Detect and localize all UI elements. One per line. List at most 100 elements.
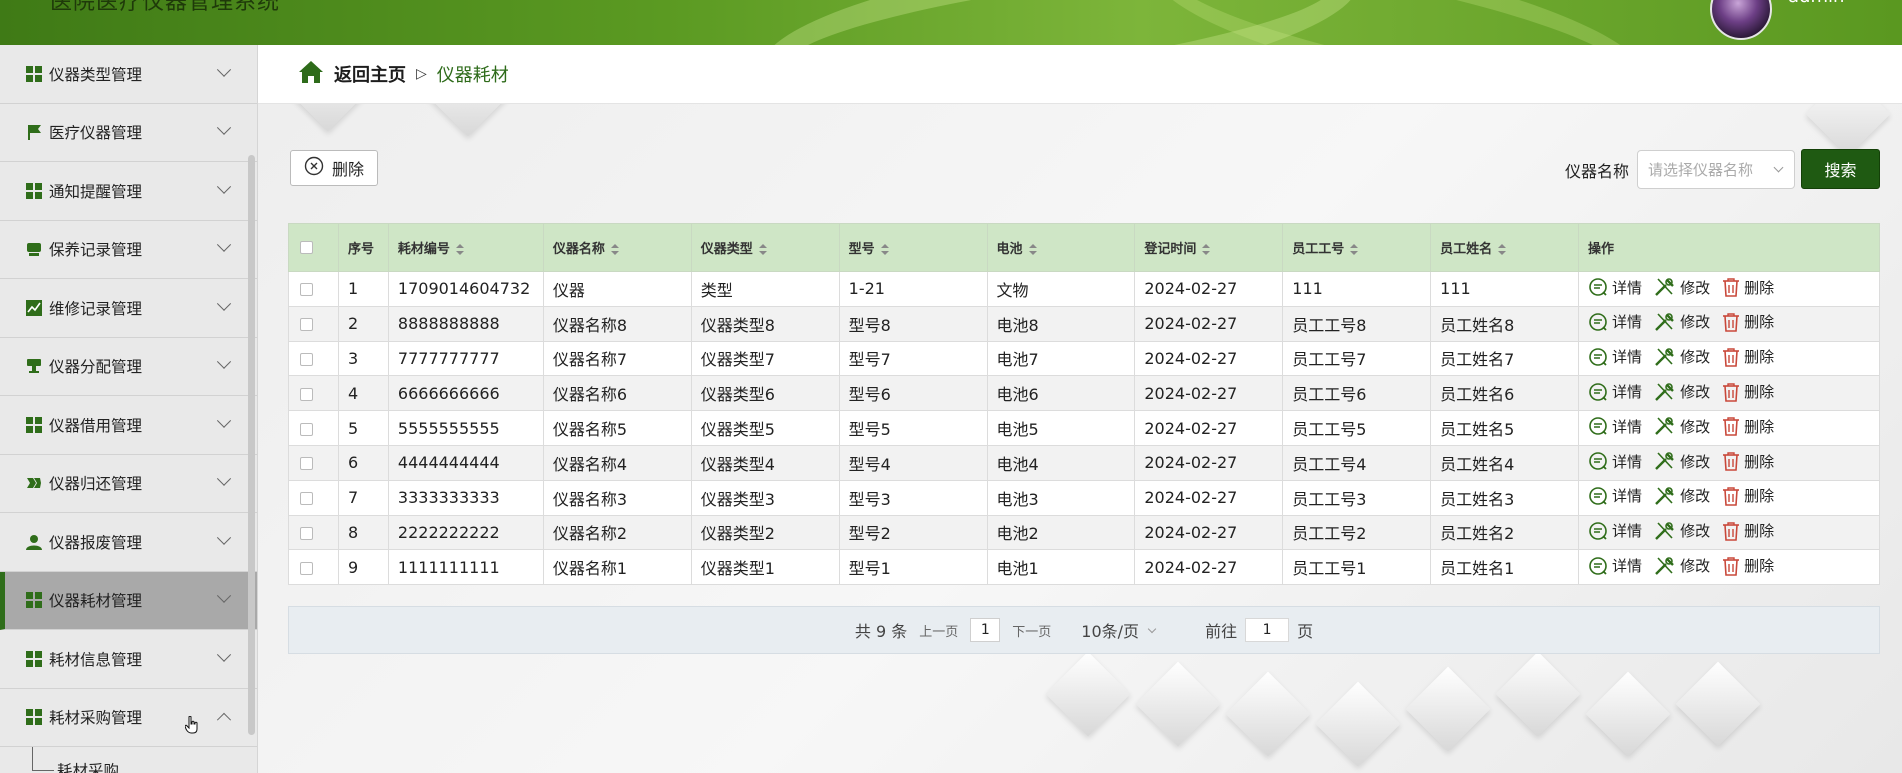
delete-button[interactable]: 删除 xyxy=(1722,381,1774,402)
row-checkbox[interactable] xyxy=(300,492,313,506)
avatar[interactable] xyxy=(1710,0,1772,40)
detail-button[interactable]: 详情 xyxy=(1588,555,1642,576)
chevron-down-icon xyxy=(216,354,232,370)
column-header[interactable]: 员工姓名 xyxy=(1430,223,1580,272)
batch-delete-button[interactable]: 删除 xyxy=(290,150,378,186)
sidebar-item-5[interactable]: 仪器分配管理 xyxy=(0,338,257,396)
sidebar-item-1[interactable]: 医疗仪器管理 xyxy=(0,104,257,162)
chevron-down-icon xyxy=(216,62,232,77)
column-header[interactable]: 登记时间 xyxy=(1134,223,1284,272)
page-size-select[interactable]: 10条/页 xyxy=(1081,618,1157,642)
grid-icon xyxy=(25,182,42,199)
column-header[interactable]: 耗材编号 xyxy=(387,223,544,272)
table-cell: 2024-02-27 xyxy=(1134,549,1284,586)
row-checkbox[interactable] xyxy=(300,387,313,401)
current-page[interactable]: 1 xyxy=(970,618,1001,642)
table-header-row: 序号 耗材编号 仪器名称 仪器类型 型号 电池 登记时间 员工工号 员工姓名 操作 xyxy=(288,223,1880,272)
goto-page-input[interactable]: 1 xyxy=(1245,618,1290,642)
sort-icon[interactable] xyxy=(1028,243,1037,256)
table-cell: 电池5 xyxy=(986,410,1136,446)
detail-button[interactable]: 详情 xyxy=(1588,277,1642,298)
delete-button[interactable]: 删除 xyxy=(1722,277,1774,298)
sort-icon[interactable] xyxy=(758,243,767,256)
edit-button[interactable]: 修改 xyxy=(1654,381,1710,402)
row-checkbox[interactable] xyxy=(300,318,313,332)
column-header[interactable]: 仪器名称 xyxy=(542,223,692,272)
row-checkbox[interactable] xyxy=(300,352,313,366)
delete-button[interactable]: 删除 xyxy=(1722,485,1774,506)
sort-icon[interactable] xyxy=(1498,243,1507,256)
edit-button[interactable]: 修改 xyxy=(1654,416,1710,437)
sort-icon[interactable] xyxy=(610,243,619,256)
actions-cell: 详情 修改 删除 xyxy=(1578,271,1880,307)
row-checkbox[interactable] xyxy=(300,457,313,471)
detail-button[interactable]: 详情 xyxy=(1588,311,1642,332)
edit-button[interactable]: 修改 xyxy=(1654,520,1710,541)
select-all-checkbox[interactable] xyxy=(300,241,313,254)
search-button[interactable]: 搜索 xyxy=(1801,149,1880,189)
table-cell: 员工工号7 xyxy=(1282,340,1432,377)
sort-icon[interactable] xyxy=(455,243,464,256)
delete-button[interactable]: 删除 xyxy=(1722,451,1774,472)
sort-icon[interactable] xyxy=(1202,243,1211,256)
edit-button[interactable]: 修改 xyxy=(1654,485,1710,506)
sidebar-item-0[interactable]: 仪器类型管理 xyxy=(0,45,257,104)
row-checkbox-cell xyxy=(288,375,339,412)
delete-button[interactable]: 删除 xyxy=(1722,346,1774,367)
delete-button[interactable]: 删除 xyxy=(1722,311,1774,332)
detail-button[interactable]: 详情 xyxy=(1588,451,1642,472)
actions-cell: 详情 修改 删除 xyxy=(1578,340,1880,377)
row-checkbox-cell xyxy=(288,271,339,307)
consumables-table: 序号 耗材编号 仪器名称 仪器类型 型号 电池 登记时间 员工工号 员工姓名 操作 1 170901… xyxy=(288,223,1880,586)
edit-button[interactable]: 修改 xyxy=(1654,311,1710,332)
sidebar-item-11[interactable]: 耗材采购管理 xyxy=(0,689,257,747)
sort-icon[interactable] xyxy=(880,243,889,256)
home-icon[interactable] xyxy=(298,60,324,89)
detail-button[interactable]: 详情 xyxy=(1588,485,1642,506)
edit-button[interactable]: 修改 xyxy=(1654,555,1710,576)
row-checkbox[interactable] xyxy=(300,283,313,297)
sidebar-item-4[interactable]: 维修记录管理 xyxy=(0,279,257,338)
sidebar-item-2[interactable]: 通知提醒管理 xyxy=(0,162,257,221)
column-header[interactable]: 仪器类型 xyxy=(690,223,840,272)
breadcrumb: 返回主页 ▷ 仪器耗材 xyxy=(258,45,1902,104)
background-tile xyxy=(1495,651,1581,737)
sidebar-item-label: 耗材信息管理 xyxy=(49,650,143,669)
edit-button[interactable]: 修改 xyxy=(1654,346,1710,367)
edit-button[interactable]: 修改 xyxy=(1654,277,1710,298)
sidebar-item-3[interactable]: 保养记录管理 xyxy=(0,221,257,279)
delete-button[interactable]: 删除 xyxy=(1722,520,1774,541)
column-header[interactable]: 型号 xyxy=(838,223,988,272)
table-row: 1 1709014604732 仪器 类型 1-21 文物 2024-02-27 111 111… xyxy=(288,271,1880,307)
column-header[interactable]: 电池 xyxy=(986,223,1136,272)
row-checkbox[interactable] xyxy=(300,561,313,575)
chevron-up-icon xyxy=(216,713,232,728)
next-page-button[interactable]: 下一页 xyxy=(1012,621,1051,640)
sort-icon[interactable] xyxy=(1350,243,1359,256)
sidebar-item-7[interactable]: 仪器归还管理 xyxy=(0,455,257,513)
column-header[interactable]: 员工工号 xyxy=(1282,223,1432,272)
sidebar-item-10[interactable]: 耗材信息管理 xyxy=(0,630,257,689)
actions-cell: 详情 修改 删除 xyxy=(1578,444,1880,481)
username[interactable]: admin xyxy=(1788,0,1844,7)
detail-button[interactable]: 详情 xyxy=(1588,346,1642,367)
instrument-name-select[interactable]: 请选择仪器名称 xyxy=(1637,150,1795,189)
table-cell: 员工工号8 xyxy=(1282,305,1432,342)
detail-button[interactable]: 详情 xyxy=(1588,520,1642,541)
delete-button[interactable]: 删除 xyxy=(1722,555,1774,576)
prev-page-button[interactable]: 上一页 xyxy=(919,621,958,640)
sidebar-item-9[interactable]: 仪器耗材管理 xyxy=(0,571,257,630)
row-checkbox[interactable] xyxy=(300,526,313,540)
breadcrumb-home-link[interactable]: 返回主页 xyxy=(334,61,406,87)
delete-button[interactable]: 删除 xyxy=(1722,416,1774,437)
edit-button[interactable]: 修改 xyxy=(1654,451,1710,472)
detail-button[interactable]: 详情 xyxy=(1588,381,1642,402)
row-checkbox[interactable] xyxy=(300,422,313,436)
sidebar-item-8[interactable]: 仪器报废管理 xyxy=(0,513,257,572)
sidebar-subitem[interactable]: 耗材采购 xyxy=(0,747,257,773)
detail-icon xyxy=(1588,451,1608,471)
sidebar-item-6[interactable]: 仪器借用管理 xyxy=(0,396,257,455)
detail-button[interactable]: 详情 xyxy=(1588,416,1642,437)
detail-icon xyxy=(1588,277,1608,297)
sidebar-scrollbar[interactable] xyxy=(248,155,255,735)
